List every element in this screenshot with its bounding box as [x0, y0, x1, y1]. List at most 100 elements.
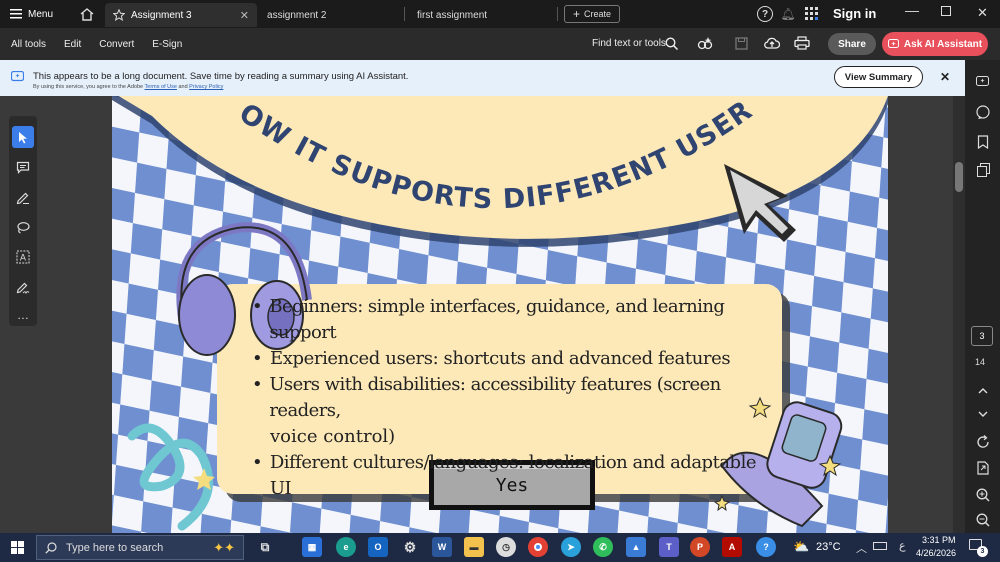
- sign-in-link[interactable]: Sign in: [833, 6, 876, 21]
- menu-label: Menu: [28, 8, 54, 20]
- svg-text:HOW IT SUPPORTS DIFFERENT USER: HOW IT SUPPORTS DIFFERENT USERS:: [112, 96, 758, 215]
- ai-sparkle-icon: [887, 38, 899, 48]
- menu-all-tools[interactable]: All tools: [11, 39, 46, 50]
- star-icon: [113, 9, 126, 21]
- clock-time[interactable]: 3:31 PM: [922, 535, 956, 545]
- battery-icon[interactable]: [873, 542, 887, 550]
- menu-convert[interactable]: Convert: [99, 39, 134, 50]
- chrome-icon[interactable]: [528, 537, 548, 557]
- page-down-icon[interactable]: [973, 404, 993, 424]
- file-explorer-icon[interactable]: ▬: [464, 537, 484, 557]
- ai-summary-banner: This appears to be a long document. Save…: [0, 60, 965, 96]
- ai-label: Ask AI Assistant: [903, 38, 983, 50]
- slide-title: HOW IT SUPPORTS DIFFERENT USERS:: [112, 96, 758, 215]
- terms-link[interactable]: Terms of Use: [145, 84, 177, 90]
- share-button[interactable]: Share: [828, 33, 876, 55]
- taskbar-search-box[interactable]: Type here to search ✦✦: [36, 535, 244, 560]
- ask-ai-assistant-button[interactable]: Ask AI Assistant: [882, 32, 988, 56]
- current-page-input[interactable]: 3: [971, 326, 993, 346]
- bell-icon[interactable]: 🔔︎: [780, 6, 795, 22]
- page-up-icon[interactable]: [973, 380, 993, 400]
- word-icon[interactable]: W: [432, 537, 452, 557]
- tab-assignment-3[interactable]: Assignment 3 ✕: [105, 3, 258, 27]
- title-bar: Menu Assignment 3 ✕ assignment 2 first a…: [0, 0, 1000, 28]
- minimize-icon[interactable]: —: [905, 2, 919, 18]
- outlook-icon[interactable]: O: [368, 537, 388, 557]
- maximize-icon[interactable]: [941, 6, 951, 16]
- search-icon[interactable]: [665, 37, 678, 50]
- search-icon: [45, 541, 57, 554]
- weather-icon[interactable]: ⛅: [793, 539, 809, 555]
- windows-start-icon[interactable]: [11, 541, 24, 554]
- main-toolbar: All tools Edit Convert E-Sign Find text …: [0, 28, 1000, 60]
- language-indicator[interactable]: ع: [899, 539, 906, 552]
- close-banner-icon[interactable]: ✕: [940, 70, 950, 84]
- ai-tools-icon[interactable]: [697, 36, 713, 51]
- text-box-tool[interactable]: A: [12, 246, 34, 268]
- find-label[interactable]: Find text or tools: [592, 38, 666, 49]
- bullet-text: Users with disabilities: accessibility f…: [269, 374, 721, 421]
- help-icon[interactable]: ?: [757, 6, 773, 22]
- tab-assignment-2[interactable]: assignment 2: [259, 3, 404, 27]
- store-icon[interactable]: ▦: [302, 537, 322, 557]
- menu-esign[interactable]: E-Sign: [152, 39, 182, 50]
- task-view-icon[interactable]: ⧉: [255, 537, 275, 557]
- select-tool[interactable]: [12, 126, 34, 148]
- extract-page-icon[interactable]: [973, 458, 993, 478]
- cursor-arrow-icon: [19, 131, 27, 143]
- svg-text:A: A: [20, 254, 27, 264]
- slide-title-text: HOW IT SUPPORTS DIFFERENT USERS:: [112, 96, 757, 215]
- whatsapp-icon[interactable]: ✆: [593, 537, 613, 557]
- clock-date[interactable]: 4/26/2026: [916, 548, 956, 558]
- yes-button[interactable]: Yes: [434, 465, 590, 505]
- tab-first-assignment[interactable]: first assignment: [409, 3, 557, 27]
- draw-tool[interactable]: [12, 216, 34, 238]
- scrollbar-thumb[interactable]: [955, 162, 963, 192]
- teams-icon[interactable]: T: [659, 537, 679, 557]
- menu-button[interactable]: Menu: [0, 0, 63, 28]
- comments-panel-icon[interactable]: [973, 102, 993, 122]
- page-thumbnails-icon[interactable]: [973, 160, 993, 180]
- close-window-icon[interactable]: ✕: [977, 5, 988, 21]
- zoom-out-icon[interactable]: [973, 510, 993, 530]
- tab-label: assignment 2: [267, 9, 327, 21]
- slide-page: HOW IT SUPPORTS DIFFERENT USERS: • Beginn…: [112, 96, 888, 533]
- clock-app-icon[interactable]: ◷: [496, 537, 516, 557]
- tray-chevron-icon[interactable]: ︿: [856, 540, 867, 556]
- left-tool-rail: A …: [9, 116, 37, 326]
- acrobat-icon[interactable]: A: [722, 537, 742, 557]
- close-tab-icon[interactable]: ✕: [240, 9, 249, 22]
- powerpoint-icon[interactable]: P: [690, 537, 710, 557]
- weather-temp[interactable]: 23°C: [816, 541, 841, 553]
- privacy-link[interactable]: Privacy Policy: [189, 84, 223, 90]
- zoom-in-icon[interactable]: [973, 485, 993, 505]
- legal-and: and: [178, 84, 188, 90]
- help-app-icon[interactable]: ?: [756, 537, 776, 557]
- bullet-item: • Users with disabilities: accessibility …: [252, 372, 777, 424]
- sparkle-icon: ✦✦: [213, 539, 235, 555]
- comment-tool[interactable]: [12, 156, 34, 178]
- create-button[interactable]: + Create: [564, 5, 621, 23]
- sign-tool[interactable]: [12, 276, 34, 298]
- telegram-icon[interactable]: ➤: [561, 537, 581, 557]
- settings-icon[interactable]: ⚙: [400, 537, 420, 557]
- edge-icon[interactable]: e: [336, 537, 356, 557]
- home-icon[interactable]: [75, 7, 99, 21]
- bookmark-icon[interactable]: [973, 132, 993, 152]
- more-tools[interactable]: …: [12, 304, 34, 326]
- highlight-tool[interactable]: [12, 186, 34, 208]
- save-icon[interactable]: [735, 37, 748, 50]
- pen-icon: [16, 192, 29, 204]
- menu-edit[interactable]: Edit: [64, 39, 81, 50]
- photos-icon[interactable]: ▲: [626, 537, 646, 557]
- ai-assistant-icon[interactable]: [973, 72, 993, 92]
- print-icon[interactable]: [794, 36, 810, 50]
- view-summary-button[interactable]: View Summary: [834, 66, 923, 88]
- bullet-text: Experienced users: shortcuts and advance…: [270, 348, 731, 369]
- cloud-upload-icon[interactable]: [764, 36, 780, 50]
- comment-icon: [16, 161, 30, 174]
- signature-icon: [16, 282, 30, 294]
- rotate-icon[interactable]: [973, 432, 993, 452]
- bullet-item: • Experienced users: shortcuts and advanc…: [252, 346, 777, 372]
- apps-grid-icon[interactable]: [805, 7, 818, 20]
